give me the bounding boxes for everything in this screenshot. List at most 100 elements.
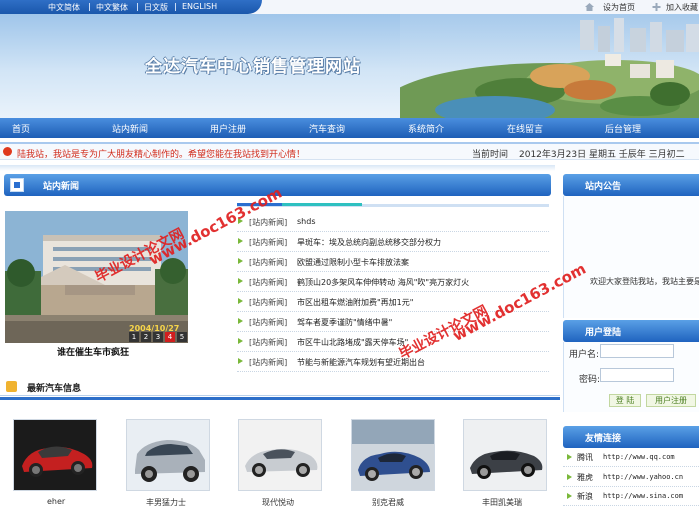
news-category: [站内新闻] [249,278,288,287]
announcement-heading: 站内公告 [585,182,622,192]
bullet-icon [238,278,243,284]
lang-traditional[interactable]: 中文繁体 [96,2,128,13]
news-item[interactable]: [站内新闻] 市区牛山北路堵成"露天停车场" [237,332,549,352]
lang-simplified[interactable]: 中文简体 [48,2,80,13]
news-title[interactable]: 驾车者夏季谨防"情绪中暑" [297,317,392,328]
banner-city-photo [400,14,699,118]
lang-english[interactable]: ENGLISH [182,2,217,11]
bullet-icon [238,318,243,324]
car-card[interactable] [13,419,99,499]
friend-link[interactable]: 新浪 http://www.sina.com [563,487,699,506]
car-card[interactable] [463,419,549,499]
car-name[interactable]: 丰男猛力士 [146,497,186,508]
car-name[interactable]: 现代悦动 [262,497,294,508]
link-url[interactable]: http://www.sina.com [603,492,683,500]
divider [282,203,362,206]
nav-system-intro[interactable]: 系统简介 [408,122,444,135]
news-title[interactable]: 鹤顶山20多架风车伸伸转动 海风"吹"亮万家灯火 [297,277,469,288]
car-card[interactable] [351,419,437,499]
pager-4[interactable]: 4 [165,332,175,342]
dark-sedan-image [464,420,546,490]
separator [137,3,138,11]
lang-japanese[interactable]: 日文版 [144,2,168,13]
news-title[interactable]: 市区牛山北路堵成"露天停车场" [297,337,408,348]
nav-guestbook[interactable]: 在线留言 [507,122,543,135]
pager-5[interactable]: 5 [177,332,187,342]
news-title[interactable]: 旱斑车：埃及总统向副总统移交部分权力 [297,237,441,248]
link-name[interactable]: 新浪 [577,491,593,502]
car-name[interactable]: 丰田凯美瑞 [482,497,522,508]
page: 中文简体 中文繁体 日文版 ENGLISH 设为首页 加入收藏 全达汽车中心销售… [0,0,699,510]
announcement-panel [563,196,699,318]
car-photo[interactable] [13,419,97,491]
nav-user-register[interactable]: 用户注册 [210,122,246,135]
date-label: 当前时间 [472,150,509,160]
pager-2[interactable]: 2 [141,332,151,342]
link-name[interactable]: 腾讯 [577,452,593,463]
pager-1[interactable]: 1 [129,332,139,342]
login-heading: 用户登陆 [585,328,622,338]
main-nav: 首页 站内新闻 用户注册 汽车查询 系统简介 在线留言 后台管理 [0,118,699,138]
news-category: [站内新闻] [249,218,288,227]
news-category: [站内新闻] [249,338,288,347]
blue-sedan-image [352,420,434,490]
pager-3[interactable]: 3 [153,332,163,342]
register-button[interactable]: 用户注册 [646,394,696,407]
car-photo[interactable] [351,419,435,491]
nav-site-news[interactable]: 站内新闻 [112,122,148,135]
news-icon [10,178,24,192]
link-url[interactable]: http://www.qq.com [603,453,675,461]
car-card[interactable] [126,419,212,499]
username-input[interactable] [600,344,674,358]
nav-admin[interactable]: 后台管理 [605,122,641,135]
bullet-icon [567,493,572,499]
scrolling-notice: 陆我站，我站是专为广大朋友精心制作的。希望您能在我站找到开心情！ [17,150,306,160]
red-car-image [14,420,96,490]
news-category: [站内新闻] [249,298,288,307]
bullet-icon [567,474,572,480]
car-name[interactable]: eher [47,497,65,506]
links-header: 友情连接 [563,426,699,448]
add-favorite-link[interactable]: 加入收藏 [666,2,698,13]
news-category: [站内新闻] [249,258,288,267]
links-heading: 友情连接 [585,434,622,444]
current-date: 2012年3月23日 星期五 壬辰年 三月初二 [519,150,685,160]
banner: 全达汽车中心销售管理网站 [0,14,699,118]
news-item[interactable]: [站内新闻] 欧盟通过限制小型卡车排放法案 [237,252,549,272]
news-title[interactable]: 欧盟通过限制小型卡车排放法案 [297,257,409,268]
separator [89,3,90,11]
car-photo[interactable] [463,419,547,491]
password-input[interactable] [600,368,674,382]
nav-home[interactable]: 首页 [12,122,30,135]
news-category: [站内新闻] [249,238,288,247]
nav-car-search[interactable]: 汽车查询 [309,122,345,135]
link-name[interactable]: 雅虎 [577,472,593,483]
car-photo[interactable] [126,419,210,491]
home-icon [585,3,594,11]
news-title[interactable]: 市区出租车燃油附加费"再加1元" [297,297,413,308]
news-item[interactable]: [站内新闻] 旱斑车：埃及总统向副总统移交部分权力 [237,232,549,252]
bullet-icon [567,454,572,460]
photo-caption[interactable]: 谁在催生车市疯狂 [57,345,129,358]
bullet-icon [238,358,243,364]
news-title[interactable]: shds [297,217,315,226]
link-url[interactable]: http://www.yahoo.cn [603,473,683,481]
friend-link[interactable]: 腾讯 http://www.qq.com [563,448,699,467]
car-photo[interactable] [238,419,322,491]
login-button[interactable]: 登 陆 [609,394,641,407]
bullet-icon [238,298,243,304]
news-item[interactable]: [站内新闻] 节能与新能源汽车规划有望近期出台 [237,352,549,372]
set-homepage-link[interactable]: 设为首页 [603,2,635,13]
news-item[interactable]: [站内新闻] shds [237,212,549,232]
announcement-header: 站内公告 [563,174,699,196]
password-label: 密码: [579,375,601,385]
separator [175,3,176,11]
car-name[interactable]: 别克君威 [372,497,404,508]
friend-link[interactable]: 雅虎 http://www.yahoo.cn [563,468,699,487]
car-info-icon [6,381,17,392]
news-heading: 站内新闻 [43,182,80,192]
language-tab: 中文简体 中文繁体 日文版 ENGLISH [0,0,262,14]
favorite-icon [652,3,661,11]
car-card[interactable] [238,419,324,499]
news-item[interactable]: [站内新闻] 鹤顶山20多架风车伸伸转动 海风"吹"亮万家灯火 [237,272,549,292]
